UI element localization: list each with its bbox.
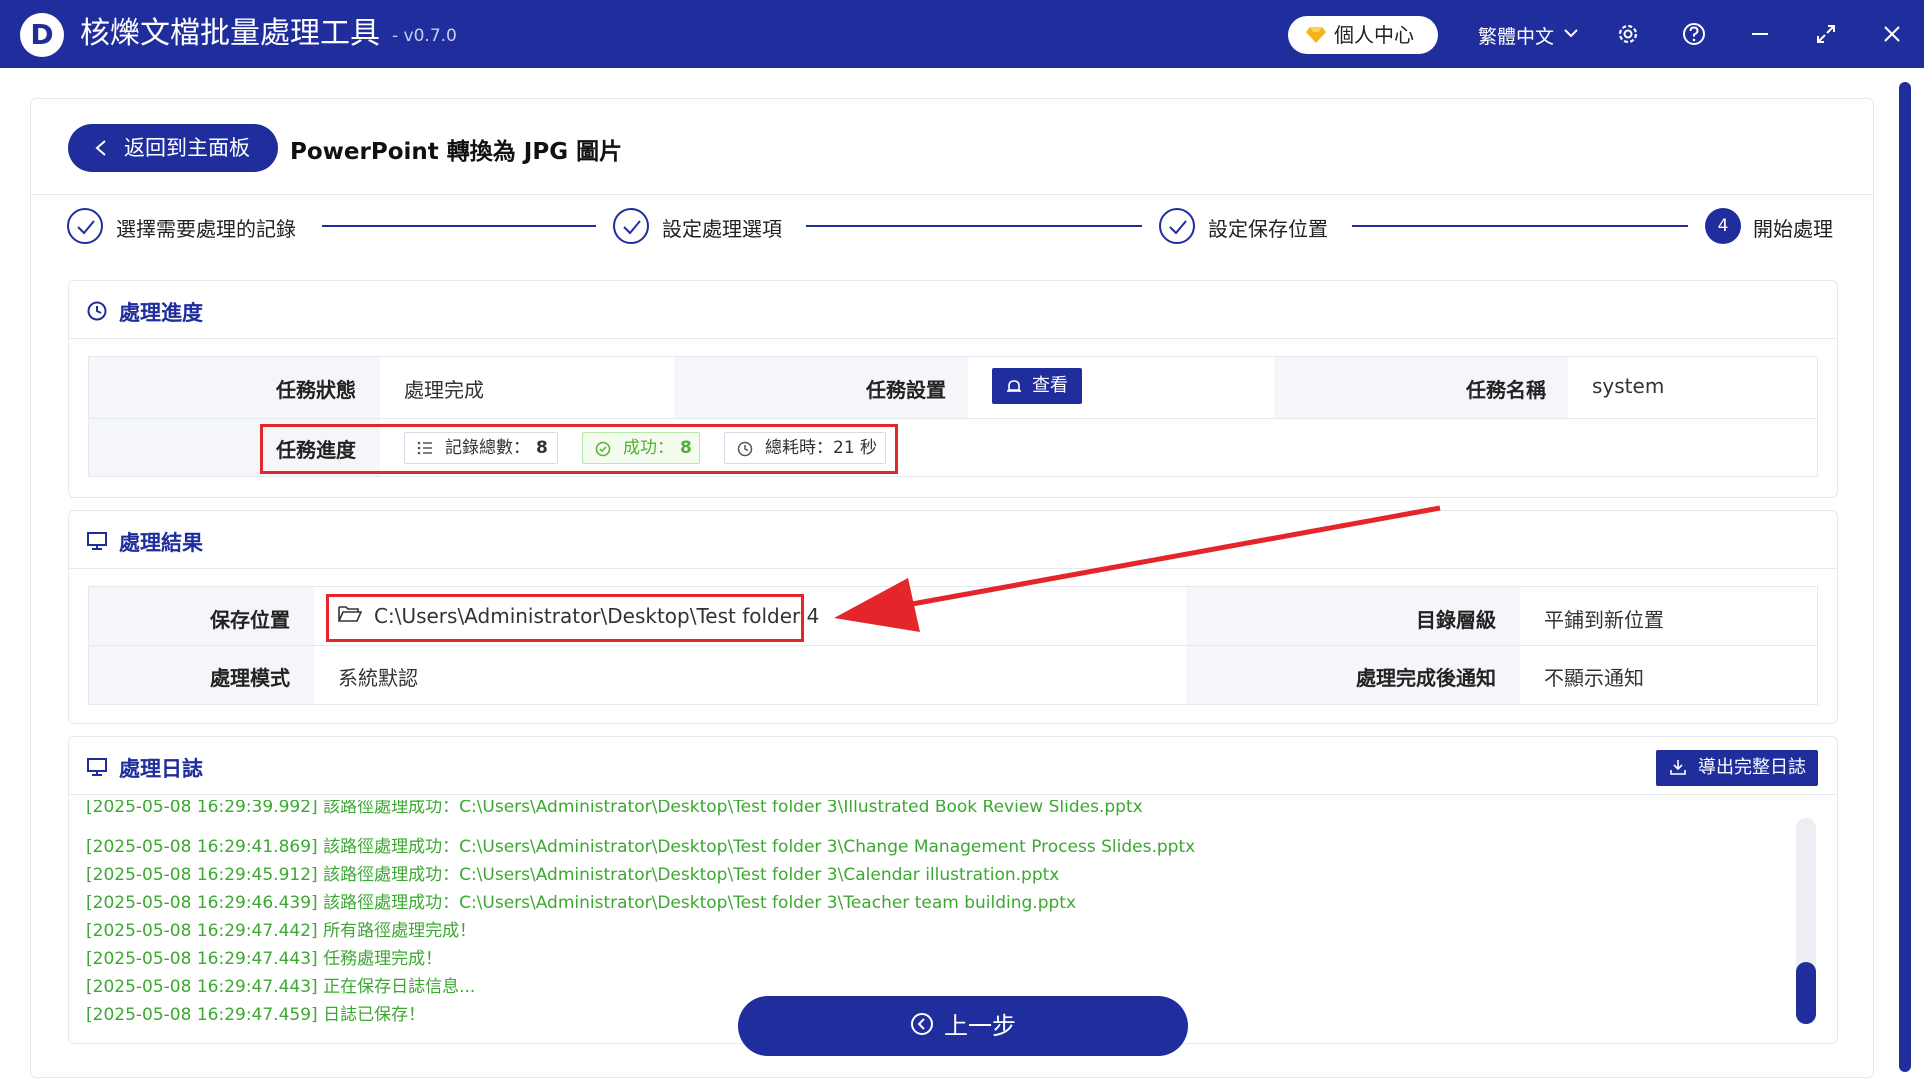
step-1-check-icon	[67, 208, 103, 244]
notify-label: 處理完成後通知	[1356, 666, 1496, 690]
user-center-label: 個人中心	[1334, 23, 1414, 47]
grid-line	[88, 586, 89, 704]
view-settings-button[interactable]: 查看	[992, 368, 1082, 404]
step-connector	[806, 225, 1142, 227]
page-title: PowerPoint 轉換為 JPG 圖片	[290, 139, 623, 165]
grid-line	[1817, 586, 1818, 704]
back-label: 返回到主面板	[124, 136, 250, 160]
grid-line	[1817, 356, 1818, 476]
gear-icon[interactable]	[1614, 20, 1642, 48]
app-version: - v0.7.0	[392, 26, 457, 46]
download-icon	[1670, 760, 1686, 775]
result-section-title: 處理結果	[119, 531, 203, 555]
language-selector[interactable]: 繁體中文	[1478, 22, 1554, 49]
progress-section-title: 處理進度	[119, 301, 203, 325]
log-line: [2025-05-08 16:29:47.443] 正在保存日誌信息...	[86, 977, 476, 997]
grid-line	[88, 418, 1818, 419]
help-icon[interactable]	[1680, 20, 1708, 48]
task-status-label: 任務狀態	[276, 378, 356, 402]
processing-mode-label: 處理模式	[210, 666, 290, 690]
log-line: [2025-05-08 16:29:47.459] 日誌已保存！	[86, 1005, 426, 1025]
grid-line	[88, 356, 1818, 357]
log-line: [2025-05-08 16:29:47.442] 所有路徑處理完成！	[86, 921, 477, 941]
arrow-left-circle-icon	[911, 1013, 933, 1035]
task-settings-label: 任務設置	[866, 378, 946, 402]
grid-line	[88, 645, 1818, 646]
grid-line	[88, 704, 1818, 705]
chevron-down-icon[interactable]	[1562, 24, 1580, 42]
view-button-label: 查看	[1032, 375, 1068, 396]
back-to-dashboard-button[interactable]: 返回到主面板	[68, 124, 278, 172]
step-3-label: 設定保存位置	[1208, 217, 1328, 241]
directory-level-value: 平鋪到新位置	[1544, 608, 1664, 632]
log-section-title: 處理日誌	[119, 757, 203, 781]
maximize-icon[interactable]	[1812, 20, 1840, 48]
user-center-button[interactable]: 個人中心	[1288, 16, 1438, 54]
step-connector	[1352, 225, 1688, 227]
diamond-icon	[1306, 27, 1326, 43]
export-log-label: 導出完整日誌	[1698, 757, 1806, 778]
log-scrollbar-thumb[interactable]	[1796, 962, 1816, 1024]
log-line: [2025-05-08 16:29:45.912] 該路徑處理成功：C:\Use…	[86, 865, 1060, 885]
previous-step-button[interactable]: 上一步	[738, 996, 1188, 1056]
header-divider	[30, 194, 1874, 195]
monitor-icon	[87, 532, 107, 550]
save-location-label: 保存位置	[210, 608, 290, 632]
step-2-check-icon	[613, 208, 649, 244]
export-log-button[interactable]: 導出完整日誌	[1656, 750, 1818, 786]
task-name-label: 任務名稱	[1466, 378, 1546, 402]
clock-icon	[87, 301, 107, 321]
step-2-label: 設定處理選項	[662, 217, 782, 241]
grid-line	[88, 476, 1818, 477]
grid-line	[88, 356, 89, 476]
log-line: [2025-05-08 16:29:47.443] 任務處理完成！	[86, 949, 443, 969]
log-line: [2025-05-08 16:29:39.992] 該路徑處理成功：C:\Use…	[86, 800, 1143, 817]
title-bar: D 核爍文檔批量處理工具 - v0.7.0 個人中心 繁體中文	[0, 0, 1924, 68]
task-status-value: 處理完成	[404, 378, 484, 402]
step-connector	[322, 225, 596, 227]
processing-mode-value: 系統默認	[338, 666, 418, 690]
app-title: 核爍文檔批量處理工具	[80, 16, 380, 51]
log-line: [2025-05-08 16:29:41.869] 該路徑處理成功：C:\Use…	[86, 837, 1196, 857]
step-4-number: 4	[1705, 208, 1741, 244]
annotation-arrow-icon	[834, 505, 1441, 632]
chevron-left-icon	[95, 140, 106, 156]
step-1-label: 選擇需要處理的記錄	[116, 217, 296, 241]
previous-step-label: 上一步	[944, 1012, 1016, 1040]
bell-icon	[1007, 380, 1021, 392]
step-3-check-icon	[1159, 208, 1195, 244]
log-section-header: 處理日誌	[69, 737, 1837, 795]
save-path-highlight-box	[326, 594, 804, 642]
app-logo-icon: D	[20, 13, 64, 57]
progress-section-header: 處理進度	[69, 281, 1837, 339]
task-name-value: system	[1592, 374, 1665, 398]
close-icon[interactable]	[1878, 20, 1906, 48]
window-scrollbar-thumb[interactable]	[1899, 82, 1911, 1072]
notify-value: 不顯示通知	[1544, 666, 1644, 690]
log-line: [2025-05-08 16:29:46.439] 該路徑處理成功：C:\Use…	[86, 893, 1077, 913]
minimize-icon[interactable]	[1746, 20, 1774, 48]
progress-highlight-box	[260, 424, 898, 474]
monitor-icon	[87, 758, 107, 776]
step-4-label: 開始處理	[1753, 217, 1833, 241]
